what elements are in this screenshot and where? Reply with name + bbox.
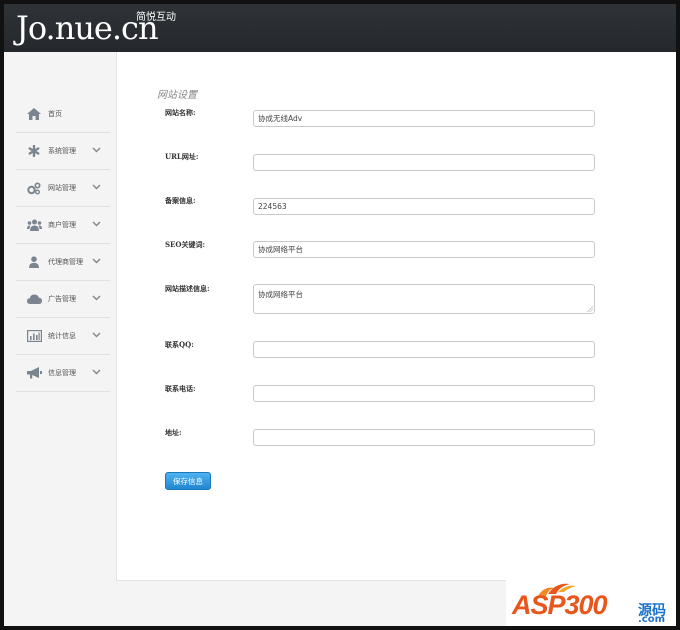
sidebar-item-label: 广告管理 <box>48 295 76 303</box>
watermark-com: .com <box>638 614 666 625</box>
sidebar-item-statistics[interactable]: 统计信息 <box>16 318 110 355</box>
description-text: 协成网络平台 <box>258 290 303 299</box>
chevron-down-icon <box>92 367 102 377</box>
asterisk-icon <box>26 144 42 158</box>
sidebar-item-label: 代理商管理 <box>48 258 83 266</box>
gears-icon <box>26 181 42 195</box>
qq-label: 联系QQ: <box>165 340 194 349</box>
logo[interactable]: Jo.nue.cn 简悦互动 <box>16 8 176 48</box>
sidebar: 首页 系统管理 网站管理 商户管理 代理商管理 广告管理 统计信息 信息管理 <box>16 96 110 392</box>
sidebar-item-label: 首页 <box>48 110 62 118</box>
sidebar-item-label: 信息管理 <box>48 369 76 377</box>
description-textarea[interactable]: 协成网络平台 <box>253 284 595 314</box>
chevron-down-icon <box>92 219 102 229</box>
save-button[interactable]: 保存信息 <box>165 472 211 490</box>
phone-label: 联系电话: <box>165 384 196 393</box>
main-panel: 网站设置 网站名称: 协成无线Adv URL网址: 备案信息: 224563 S… <box>116 52 676 581</box>
home-icon <box>26 107 42 121</box>
site-name-field[interactable]: 协成无线Adv <box>253 110 595 127</box>
user-icon <box>26 255 42 269</box>
icp-field[interactable]: 224563 <box>253 198 595 215</box>
chevron-down-icon <box>92 145 102 155</box>
icp-label: 备案信息: <box>165 196 196 205</box>
watermark-brand: ASP300 <box>512 590 608 620</box>
qq-field[interactable] <box>253 341 595 358</box>
top-header: Jo.nue.cn 简悦互动 <box>4 4 676 52</box>
seo-keywords-field[interactable]: 协成网络平台 <box>253 241 595 258</box>
chevron-down-icon <box>92 293 102 303</box>
sidebar-item-website[interactable]: 网站管理 <box>16 170 110 207</box>
sidebar-item-home[interactable]: 首页 <box>16 96 110 133</box>
sidebar-item-label: 系统管理 <box>48 147 76 155</box>
sidebar-item-agents[interactable]: 代理商管理 <box>16 244 110 281</box>
address-field[interactable] <box>253 429 595 446</box>
seo-keywords-label: SEO关键词: <box>165 240 206 249</box>
description-label: 网站描述信息: <box>165 284 210 293</box>
phone-field[interactable] <box>253 385 595 402</box>
url-label: URL网址: <box>165 152 199 161</box>
sidebar-item-system[interactable]: 系统管理 <box>16 133 110 170</box>
section-title: 网站设置 <box>157 90 197 101</box>
users-icon <box>26 218 42 232</box>
resize-grip-icon[interactable] <box>587 306 593 312</box>
url-field[interactable] <box>253 154 595 171</box>
sidebar-item-label: 商户管理 <box>48 221 76 229</box>
logo-subtitle: 简悦互动 <box>136 12 176 23</box>
watermark-logo: ASP300 源码 .com <box>506 578 676 626</box>
chevron-down-icon <box>92 256 102 266</box>
sidebar-item-label: 统计信息 <box>48 332 76 340</box>
sidebar-item-messages[interactable]: 信息管理 <box>16 355 110 392</box>
bar-chart-icon <box>26 329 42 343</box>
chevron-down-icon <box>92 330 102 340</box>
sidebar-item-ads[interactable]: 广告管理 <box>16 281 110 318</box>
sidebar-item-merchants[interactable]: 商户管理 <box>16 207 110 244</box>
app-frame: Jo.nue.cn 简悦互动 首页 系统管理 网站管理 商户管理 代理商管理 广… <box>4 4 676 626</box>
site-name-label: 网站名称: <box>165 108 196 117</box>
address-label: 地址: <box>165 428 182 437</box>
megaphone-icon <box>26 366 42 380</box>
sidebar-item-label: 网站管理 <box>48 184 76 192</box>
chevron-down-icon <box>92 182 102 192</box>
cloud-icon <box>26 292 42 306</box>
